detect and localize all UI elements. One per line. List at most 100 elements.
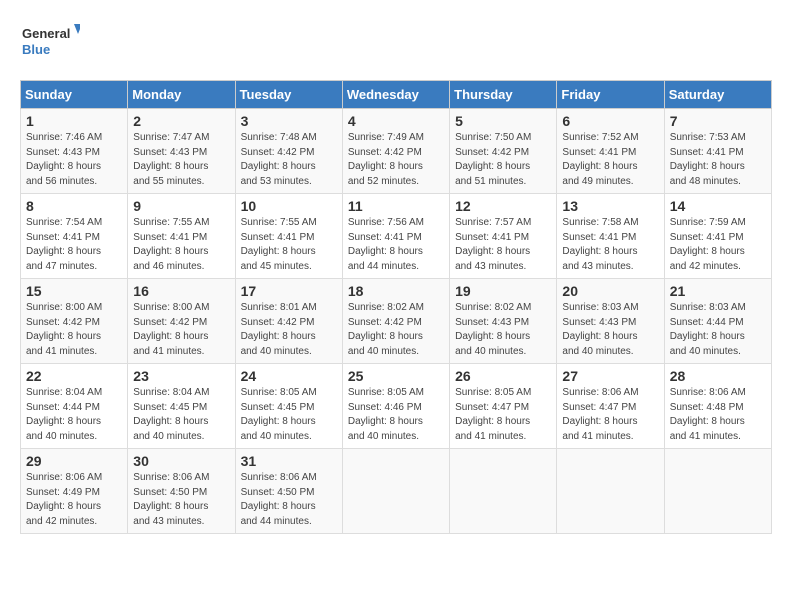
- daylight-label: Daylight: 8 hours: [241, 331, 316, 342]
- daylight-label: Daylight: 8 hours: [26, 501, 101, 512]
- daylight-label: Daylight: 8 hours: [26, 161, 101, 172]
- day-number: 12: [455, 198, 551, 214]
- day-info: Sunrise: 7:46 AM Sunset: 4:43 PM Dayligh…: [26, 131, 122, 189]
- day-number: 7: [670, 113, 766, 129]
- sunset-label: Sunset: 4:42 PM: [241, 317, 315, 328]
- daylight-minutes: and 51 minutes.: [455, 176, 526, 187]
- calendar-week-row: 15 Sunrise: 8:00 AM Sunset: 4:42 PM Dayl…: [21, 279, 772, 364]
- sunrise-label: Sunrise: 8:03 AM: [562, 302, 638, 313]
- day-number: 8: [26, 198, 122, 214]
- day-number: 6: [562, 113, 658, 129]
- day-info: Sunrise: 7:55 AM Sunset: 4:41 PM Dayligh…: [241, 216, 337, 274]
- day-info: Sunrise: 8:06 AM Sunset: 4:50 PM Dayligh…: [133, 471, 229, 529]
- day-info: Sunrise: 8:00 AM Sunset: 4:42 PM Dayligh…: [133, 301, 229, 359]
- sunset-label: Sunset: 4:41 PM: [670, 232, 744, 243]
- sunrise-label: Sunrise: 7:46 AM: [26, 132, 102, 143]
- calendar-cell: 2 Sunrise: 7:47 AM Sunset: 4:43 PM Dayli…: [128, 109, 235, 194]
- sunrise-label: Sunrise: 8:06 AM: [241, 472, 317, 483]
- day-info: Sunrise: 8:00 AM Sunset: 4:42 PM Dayligh…: [26, 301, 122, 359]
- logo-svg: General Blue: [20, 20, 80, 64]
- sunset-label: Sunset: 4:47 PM: [455, 402, 529, 413]
- sunset-label: Sunset: 4:44 PM: [26, 402, 100, 413]
- daylight-label: Daylight: 8 hours: [455, 161, 530, 172]
- sunset-label: Sunset: 4:43 PM: [562, 317, 636, 328]
- daylight-label: Daylight: 8 hours: [26, 416, 101, 427]
- calendar-cell: 24 Sunrise: 8:05 AM Sunset: 4:45 PM Dayl…: [235, 364, 342, 449]
- daylight-minutes: and 44 minutes.: [348, 261, 419, 272]
- daylight-label: Daylight: 8 hours: [348, 161, 423, 172]
- sunrise-label: Sunrise: 8:05 AM: [348, 387, 424, 398]
- day-number: 3: [241, 113, 337, 129]
- daylight-minutes: and 42 minutes.: [670, 261, 741, 272]
- day-number: 26: [455, 368, 551, 384]
- day-number: 11: [348, 198, 444, 214]
- daylight-label: Daylight: 8 hours: [133, 161, 208, 172]
- sunrise-label: Sunrise: 7:55 AM: [241, 217, 317, 228]
- daylight-minutes: and 41 minutes.: [562, 431, 633, 442]
- sunset-label: Sunset: 4:42 PM: [348, 147, 422, 158]
- calendar-cell: 17 Sunrise: 8:01 AM Sunset: 4:42 PM Dayl…: [235, 279, 342, 364]
- day-number: 20: [562, 283, 658, 299]
- calendar-cell: 31 Sunrise: 8:06 AM Sunset: 4:50 PM Dayl…: [235, 449, 342, 534]
- calendar-cell: 22 Sunrise: 8:04 AM Sunset: 4:44 PM Dayl…: [21, 364, 128, 449]
- daylight-label: Daylight: 8 hours: [455, 246, 530, 257]
- sunrise-label: Sunrise: 8:05 AM: [455, 387, 531, 398]
- daylight-label: Daylight: 8 hours: [562, 331, 637, 342]
- day-info: Sunrise: 8:03 AM Sunset: 4:43 PM Dayligh…: [562, 301, 658, 359]
- day-number: 28: [670, 368, 766, 384]
- calendar-cell: 25 Sunrise: 8:05 AM Sunset: 4:46 PM Dayl…: [342, 364, 449, 449]
- weekday-header: Friday: [557, 81, 664, 109]
- daylight-minutes: and 40 minutes.: [26, 431, 97, 442]
- daylight-label: Daylight: 8 hours: [562, 246, 637, 257]
- sunset-label: Sunset: 4:47 PM: [562, 402, 636, 413]
- daylight-minutes: and 55 minutes.: [133, 176, 204, 187]
- calendar-cell: [664, 449, 771, 534]
- day-number: 16: [133, 283, 229, 299]
- sunrise-label: Sunrise: 7:59 AM: [670, 217, 746, 228]
- sunset-label: Sunset: 4:48 PM: [670, 402, 744, 413]
- daylight-minutes: and 41 minutes.: [670, 431, 741, 442]
- daylight-minutes: and 43 minutes.: [562, 261, 633, 272]
- day-info: Sunrise: 7:49 AM Sunset: 4:42 PM Dayligh…: [348, 131, 444, 189]
- day-number: 25: [348, 368, 444, 384]
- calendar-cell: 3 Sunrise: 7:48 AM Sunset: 4:42 PM Dayli…: [235, 109, 342, 194]
- daylight-minutes: and 43 minutes.: [133, 516, 204, 527]
- weekday-header-row: SundayMondayTuesdayWednesdayThursdayFrid…: [21, 81, 772, 109]
- daylight-minutes: and 56 minutes.: [26, 176, 97, 187]
- sunset-label: Sunset: 4:42 PM: [348, 317, 422, 328]
- sunset-label: Sunset: 4:41 PM: [562, 147, 636, 158]
- daylight-label: Daylight: 8 hours: [133, 246, 208, 257]
- day-number: 27: [562, 368, 658, 384]
- daylight-minutes: and 40 minutes.: [133, 431, 204, 442]
- sunrise-label: Sunrise: 7:58 AM: [562, 217, 638, 228]
- day-info: Sunrise: 7:58 AM Sunset: 4:41 PM Dayligh…: [562, 216, 658, 274]
- weekday-header: Tuesday: [235, 81, 342, 109]
- calendar-cell: 26 Sunrise: 8:05 AM Sunset: 4:47 PM Dayl…: [450, 364, 557, 449]
- day-number: 1: [26, 113, 122, 129]
- day-number: 23: [133, 368, 229, 384]
- daylight-minutes: and 48 minutes.: [670, 176, 741, 187]
- daylight-label: Daylight: 8 hours: [348, 246, 423, 257]
- calendar-cell: 19 Sunrise: 8:02 AM Sunset: 4:43 PM Dayl…: [450, 279, 557, 364]
- sunrise-label: Sunrise: 8:02 AM: [348, 302, 424, 313]
- day-info: Sunrise: 7:48 AM Sunset: 4:42 PM Dayligh…: [241, 131, 337, 189]
- sunrise-label: Sunrise: 8:03 AM: [670, 302, 746, 313]
- day-number: 17: [241, 283, 337, 299]
- calendar-cell: 30 Sunrise: 8:06 AM Sunset: 4:50 PM Dayl…: [128, 449, 235, 534]
- daylight-minutes: and 41 minutes.: [26, 346, 97, 357]
- day-info: Sunrise: 8:06 AM Sunset: 4:47 PM Dayligh…: [562, 386, 658, 444]
- weekday-header: Monday: [128, 81, 235, 109]
- sunset-label: Sunset: 4:41 PM: [670, 147, 744, 158]
- sunset-label: Sunset: 4:41 PM: [348, 232, 422, 243]
- day-info: Sunrise: 7:57 AM Sunset: 4:41 PM Dayligh…: [455, 216, 551, 274]
- daylight-minutes: and 46 minutes.: [133, 261, 204, 272]
- day-number: 19: [455, 283, 551, 299]
- calendar-cell: 7 Sunrise: 7:53 AM Sunset: 4:41 PM Dayli…: [664, 109, 771, 194]
- day-number: 24: [241, 368, 337, 384]
- day-info: Sunrise: 7:56 AM Sunset: 4:41 PM Dayligh…: [348, 216, 444, 274]
- daylight-minutes: and 41 minutes.: [455, 431, 526, 442]
- day-number: 15: [26, 283, 122, 299]
- sunrise-label: Sunrise: 8:00 AM: [26, 302, 102, 313]
- day-number: 22: [26, 368, 122, 384]
- sunrise-label: Sunrise: 8:06 AM: [670, 387, 746, 398]
